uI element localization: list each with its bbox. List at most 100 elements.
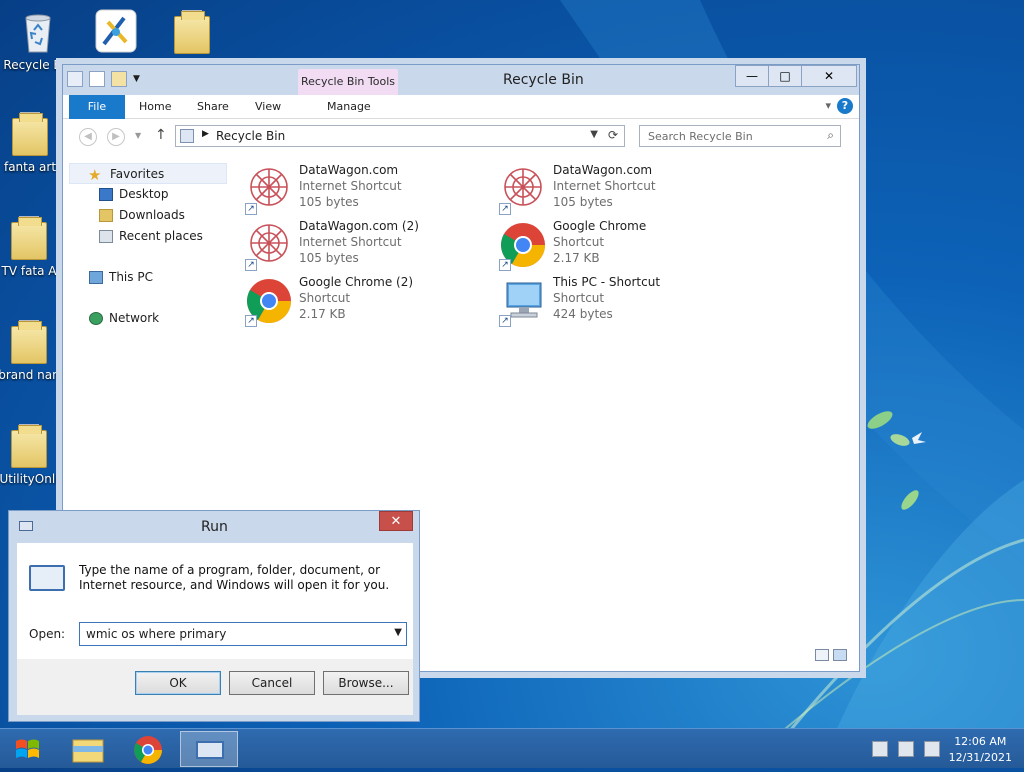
desktop-icon-recycle-bin[interactable]: Recycle Bin — [0, 8, 78, 72]
computer-icon — [89, 271, 103, 284]
file-name: This PC - Shortcut — [553, 275, 661, 289]
folder-icon — [7, 318, 51, 366]
ok-button[interactable]: OK — [135, 671, 221, 695]
system-tray — [872, 741, 940, 757]
tab-share[interactable]: Share — [185, 95, 241, 119]
shortcut-arrow-icon: ↗ — [245, 259, 257, 271]
address-path: Recycle Bin — [216, 129, 286, 143]
minimize-button[interactable]: — — [735, 65, 769, 87]
desktop-icon-utilityonline[interactable]: UtilityOnli — [0, 422, 62, 486]
nav-downloads[interactable]: Downloads — [69, 205, 227, 226]
close-button[interactable]: ✕ — [801, 65, 857, 87]
address-bar[interactable]: ▶ Recycle Bin ▼ ⟳ — [175, 125, 625, 147]
desktop-icon-fanta-art[interactable]: fanta art — [0, 110, 62, 174]
desktop-icon-label: TV fata A — [1, 264, 57, 278]
nav-label: Desktop — [119, 187, 169, 201]
desktop-icon-tv-fata[interactable]: TV fata A — [0, 214, 62, 278]
nav-favorites[interactable]: ★ Favorites — [69, 163, 227, 184]
star-icon: ★ — [88, 166, 102, 184]
recycle-bin-small-icon — [180, 129, 194, 143]
chevron-down-icon[interactable]: ▼ — [590, 129, 598, 140]
shortcut-arrow-icon: ↗ — [245, 315, 257, 327]
file-item-datawagon[interactable]: ↗ DataWagon.com Internet Shortcut 105 by… — [497, 163, 747, 215]
details-view-icon[interactable] — [815, 649, 829, 661]
file-size: 105 bytes — [299, 251, 359, 265]
file-type: Shortcut — [553, 235, 605, 249]
chevron-down-icon[interactable]: ▼ — [394, 627, 402, 638]
tab-manage[interactable]: Manage — [315, 95, 383, 119]
search-placeholder: Search Recycle Bin — [648, 130, 753, 143]
run-title-bar[interactable]: Run ✕ — [9, 511, 419, 541]
forward-button[interactable]: ▶ — [107, 128, 125, 146]
nav-label: Recent places — [119, 229, 203, 243]
action-center-icon[interactable] — [872, 741, 888, 757]
tab-view[interactable]: View — [243, 95, 293, 119]
folder-icon — [7, 214, 51, 262]
nav-label: This PC — [109, 270, 153, 284]
file-type: Shortcut — [553, 291, 605, 305]
open-label: Open: — [29, 627, 66, 641]
clock-date: 12/31/2021 — [948, 751, 1012, 764]
file-item-datawagon[interactable]: ↗ DataWagon.com Internet Shortcut 105 by… — [243, 163, 493, 215]
file-item-google-chrome[interactable]: ↗ Google Chrome Shortcut 2.17 KB — [497, 219, 747, 271]
back-button[interactable]: ◀ — [79, 128, 97, 146]
tab-file[interactable]: File — [69, 95, 125, 119]
help-icon[interactable]: ? — [837, 98, 853, 114]
clock-time: 12:06 AM — [954, 735, 1007, 748]
run-message: Type the name of a program, folder, docu… — [79, 563, 390, 592]
file-item-google-chrome-2[interactable]: ↗ Google Chrome (2) Shortcut 2.17 KB — [243, 275, 493, 327]
expand-ribbon-icon[interactable]: ▾ — [825, 99, 831, 112]
refresh-icon[interactable]: ⟳ — [608, 128, 618, 142]
cancel-button[interactable]: Cancel — [229, 671, 315, 695]
desktop-icon-brand-nan[interactable]: brand nan — [0, 318, 62, 382]
nav-recent-places[interactable]: Recent places — [69, 226, 227, 247]
folder-icon — [170, 8, 214, 56]
file-item-datawagon-2[interactable]: ↗ DataWagon.com (2) Internet Shortcut 10… — [243, 219, 493, 271]
explorer-title-bar[interactable]: ▼ Recycle Bin Tools Recycle Bin — □ ✕ — [63, 65, 859, 95]
taskbar-run[interactable] — [180, 731, 238, 767]
taskbar: 12:06 AM 12/31/2021 — [0, 728, 1024, 768]
browse-button[interactable]: Browse... — [323, 671, 409, 695]
portableapps-icon — [94, 8, 138, 56]
file-type: Internet Shortcut — [553, 179, 656, 193]
windows-logo-icon — [16, 739, 39, 758]
file-size: 2.17 KB — [553, 251, 600, 265]
properties-icon[interactable] — [89, 71, 105, 87]
desktop-icon — [99, 188, 113, 201]
taskbar-file-explorer[interactable] — [58, 731, 116, 767]
clock[interactable]: 12:06 AM 12/31/2021 — [949, 733, 1012, 764]
desktop-icon-program[interactable]: Program — [152, 8, 232, 64]
nav-this-pc[interactable]: This PC — [69, 267, 227, 288]
file-item-this-pc-shortcut[interactable]: ↗ This PC - Shortcut Shortcut 424 bytes — [497, 275, 747, 327]
file-size: 424 bytes — [553, 307, 613, 321]
breadcrumb-arrow-icon[interactable]: ▶ — [202, 129, 209, 139]
shortcut-arrow-icon: ↗ — [499, 203, 511, 215]
desktop-icon-portableapps[interactable]: PortableApps — [76, 8, 156, 64]
volume-muted-icon[interactable] — [924, 741, 940, 757]
nav-desktop[interactable]: Desktop — [69, 184, 227, 205]
chevron-down-icon[interactable]: ▼ — [133, 74, 140, 84]
search-box[interactable]: Search Recycle Bin ⌕ — [639, 125, 841, 147]
recycle-bin-tools-tab: Recycle Bin Tools — [298, 69, 398, 95]
taskbar-chrome[interactable] — [118, 731, 176, 767]
start-button[interactable] — [0, 729, 56, 769]
recent-places-icon — [99, 230, 113, 243]
window-title: Recycle Bin — [503, 72, 584, 88]
maximize-button[interactable]: □ — [768, 65, 802, 87]
navigation-bar: ◀ ▶ ▼ ↑ ▶ Recycle Bin ▼ ⟳ Search Recycle… — [63, 123, 859, 151]
file-size: 105 bytes — [299, 195, 359, 209]
network-icon[interactable] — [898, 741, 914, 757]
nav-network[interactable]: Network — [69, 308, 227, 329]
run-command-value[interactable]: wmic os where primary — [86, 627, 226, 641]
shortcut-arrow-icon: ↗ — [499, 259, 511, 271]
tab-home[interactable]: Home — [127, 95, 183, 119]
recent-locations-icon[interactable]: ▼ — [135, 131, 141, 140]
file-name: DataWagon.com — [553, 163, 653, 177]
up-arrow-icon[interactable]: ↑ — [155, 127, 167, 143]
run-command-input[interactable]: wmic os where primary ▼ — [79, 622, 407, 646]
run-close-button[interactable]: ✕ — [379, 511, 413, 531]
new-folder-icon[interactable] — [111, 71, 127, 87]
run-dialog[interactable]: Run ✕ Type the name of a program, folder… — [8, 510, 420, 722]
large-icons-view-icon[interactable] — [833, 649, 847, 661]
search-icon[interactable]: ⌕ — [827, 128, 834, 143]
